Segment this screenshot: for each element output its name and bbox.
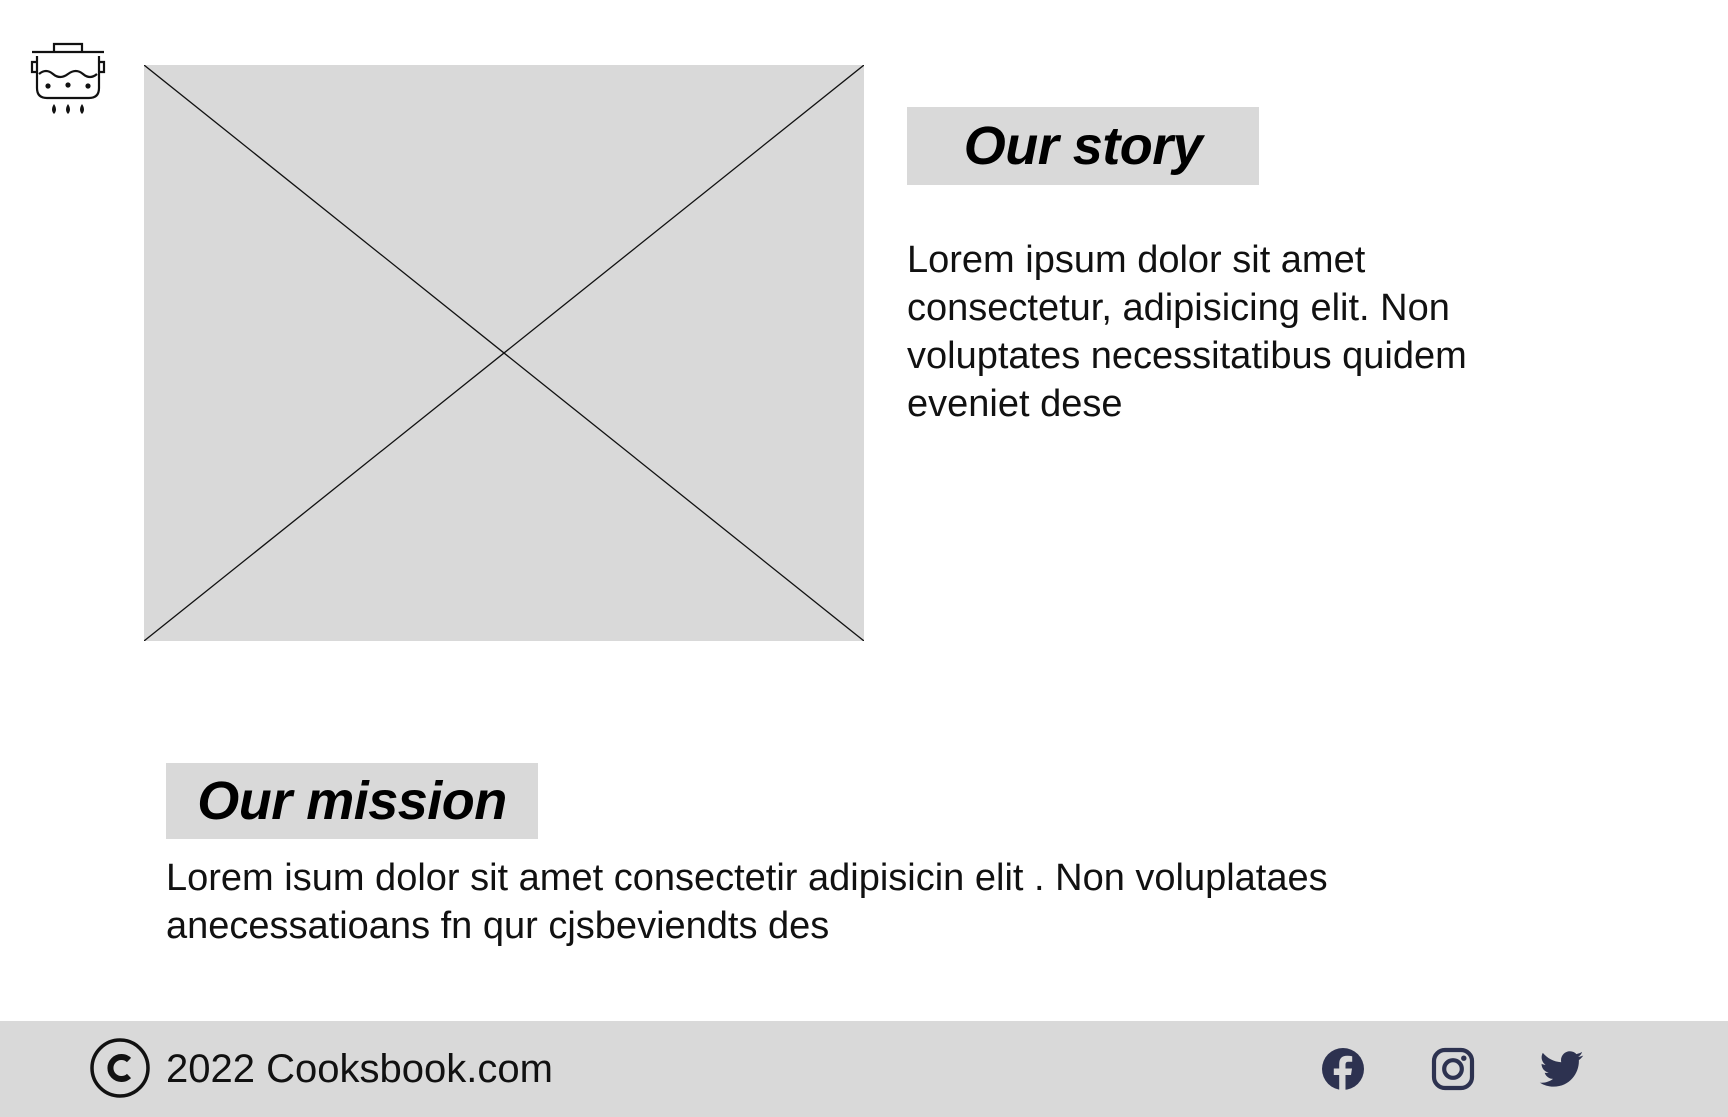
copyright-icon [90,1038,150,1098]
logo[interactable] [30,40,106,120]
twitter-icon [1539,1051,1584,1087]
mission-heading-box: Our mission [166,763,538,839]
story-heading: Our story [963,116,1203,176]
image-placeholder-icon [143,64,865,642]
facebook-icon [1322,1048,1364,1092]
twitter-link[interactable] [1538,1046,1584,1092]
cooking-pot-icon [30,42,106,114]
footer-copyright-text: 2022 Cooksbook.com [166,1047,553,1091]
mission-heading: Our mission [197,771,507,831]
footer: 2022 Cooksbook.com [0,1021,1728,1117]
mission-text: Lorem isum dolor sit amet consectetir ad… [166,857,1328,947]
facebook-link[interactable] [1320,1046,1366,1092]
instagram-link[interactable] [1430,1046,1476,1092]
story-image-placeholder [143,64,865,642]
story-text: Lorem ipsum dolor sit amet consectetur, … [907,239,1467,425]
instagram-icon [1431,1047,1475,1091]
story-heading-box: Our story [907,107,1259,185]
